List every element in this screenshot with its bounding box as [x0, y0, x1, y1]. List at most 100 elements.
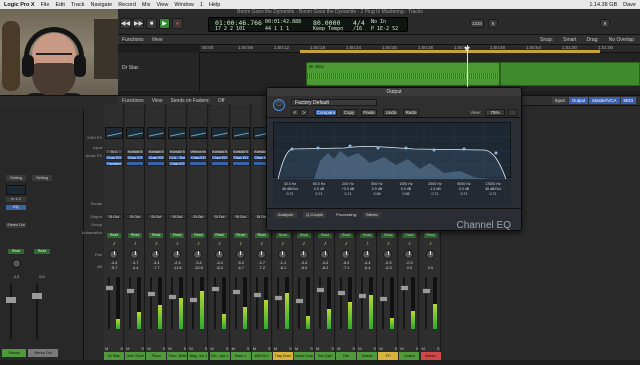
record-button[interactable]: ●	[172, 18, 183, 29]
volume-fader[interactable]	[210, 286, 220, 292]
solo-button[interactable]: S	[163, 346, 166, 351]
power-icon[interactable]: ⏻	[273, 99, 285, 111]
eq-thumbnail[interactable]	[231, 127, 250, 139]
pan-knob[interactable]	[341, 250, 351, 259]
mute-button[interactable]: M	[253, 346, 256, 351]
rewind-button[interactable]: ◀◀	[120, 18, 131, 29]
mute-button[interactable]: M	[232, 346, 235, 351]
automation-read-button[interactable]: Read	[254, 233, 269, 238]
pan-knob[interactable]	[151, 250, 161, 259]
menu-app[interactable]: Logic Pro X	[4, 2, 35, 8]
pan-knob[interactable]	[277, 250, 287, 259]
automation-read-button[interactable]: Read	[212, 233, 227, 238]
volume-fader[interactable]	[252, 292, 262, 298]
solo-button[interactable]: S	[374, 346, 377, 351]
input-slot[interactable]: Kontakt 5	[168, 149, 187, 154]
filter-input[interactable]: Input	[551, 97, 568, 104]
band-q[interactable]: 0.71	[335, 192, 361, 197]
undo-button[interactable]: Undo	[383, 109, 399, 116]
automation-read-button[interactable]: Read	[381, 233, 396, 238]
mute-button[interactable]: M	[126, 346, 129, 351]
solo-button[interactable]: S	[226, 346, 229, 351]
band-q[interactable]: 0.71	[306, 192, 332, 197]
band-q[interactable]: 0.71	[451, 192, 477, 197]
stop-button[interactable]: ■	[146, 18, 157, 29]
channel-name[interactable]: Glic...ops 1	[209, 352, 230, 360]
automation-read-button[interactable]: Read	[149, 233, 164, 238]
pan-knob[interactable]	[362, 250, 372, 259]
snap-value[interactable]: Smart	[563, 37, 576, 43]
eq-thumbnail[interactable]	[189, 127, 208, 139]
menu-window[interactable]: Window	[174, 2, 194, 8]
pan-knob[interactable]	[193, 250, 203, 259]
count-in-button[interactable]: 1234	[470, 19, 484, 28]
solo-button[interactable]: S	[416, 346, 419, 351]
audio-fx-slot[interactable]: Transient	[105, 161, 123, 166]
pan-knob[interactable]	[320, 250, 329, 259]
mute-button[interactable]: M	[422, 346, 425, 351]
channel-strip[interactable]: In 1 Chan EQ Transient St Out Read ♪ -4.4 -5.7 M…	[104, 105, 124, 360]
output-slot[interactable]: St Out	[189, 214, 208, 219]
mixer-view-menu[interactable]: View	[152, 98, 163, 104]
automation-read-button[interactable]: Read	[402, 233, 417, 238]
redo-button[interactable]: Redo	[403, 109, 419, 116]
audio-region[interactable]: Dr Stac	[306, 62, 500, 86]
filter-master-vca[interactable]: Master/VCA	[589, 97, 620, 104]
channel-name[interactable]: Tubu...Bells	[167, 352, 188, 360]
output-slot[interactable]: St Out	[147, 214, 166, 219]
metronome-button[interactable]: 6	[488, 19, 498, 28]
solo-button[interactable]: S	[331, 346, 334, 351]
automation-read-button[interactable]: Read	[275, 233, 290, 238]
channel-name[interactable]: FC	[378, 352, 399, 360]
plugin-title[interactable]: Output	[267, 88, 521, 96]
input-slot[interactable]: Kontakt 5	[126, 149, 145, 154]
audio-fx-slot[interactable]	[210, 161, 229, 166]
inspector-fader-cap-1[interactable]	[6, 297, 16, 303]
output-slot[interactable]: St Out	[168, 214, 187, 219]
pan-knob[interactable]	[130, 250, 140, 259]
solo-button[interactable]: S	[268, 346, 271, 351]
inspector-read-1[interactable]: Read	[8, 249, 24, 254]
solo-button[interactable]: S	[395, 346, 398, 351]
play-button[interactable]: ▶	[159, 18, 170, 29]
input-slot[interactable]: Kontakt 5	[231, 149, 250, 154]
volume-fader[interactable]	[126, 288, 136, 294]
eq-thumbnail[interactable]	[168, 127, 187, 139]
audio-fx-slot[interactable]: Chan EQ	[147, 155, 166, 160]
channel-name[interactable]: Snare Loop	[293, 352, 314, 360]
solo-button[interactable]: S	[289, 346, 292, 351]
volume-fader[interactable]	[316, 287, 325, 293]
link-icon[interactable]	[508, 109, 517, 116]
input-slot[interactable]: In 1	[105, 149, 123, 154]
q-couple-button[interactable]: Q-Couple	[303, 212, 327, 218]
eq-band-params[interactable]: 200 Hz +0.5 dB 0.71	[335, 182, 361, 197]
eq-thumbnail[interactable]	[210, 127, 229, 139]
output-slot[interactable]: St Out	[105, 214, 123, 219]
mixer-functions-menu[interactable]: Functions	[122, 98, 144, 104]
channel-strip[interactable]: Kontakt 5 Chan EQ St Out Read ♪ -3.4 -7.7 M S Pia…	[146, 105, 167, 360]
automation-read-button[interactable]: Read	[360, 233, 375, 238]
input-slot[interactable]: Vienna Ins	[189, 149, 208, 154]
channel-name[interactable]: Sweep	[357, 352, 378, 360]
track-header[interactable]: Dr Stac	[118, 53, 200, 91]
inspector-eq-thumbnail[interactable]	[6, 185, 26, 195]
channel-name[interactable]: Mag...ine 1	[188, 352, 209, 360]
automation-read-button[interactable]: Read	[128, 233, 143, 238]
automation-read-button[interactable]: Read	[423, 233, 438, 238]
mute-button[interactable]: M	[295, 346, 298, 351]
volume-fader[interactable]	[273, 295, 283, 301]
audio-fx-slot[interactable]	[126, 161, 145, 166]
status-user[interactable]: Dave	[623, 2, 636, 8]
lcd-display[interactable]: 01:00:46.766 17 2 2 101 00:01:42.888 44 …	[208, 17, 408, 32]
tracks-functions-menu[interactable]: Functions	[122, 37, 144, 43]
volume-fader[interactable]	[147, 291, 157, 297]
volume-fader[interactable]	[105, 285, 114, 291]
audio-region[interactable]	[500, 62, 640, 86]
forward-button[interactable]: ▶▶	[133, 18, 144, 29]
band-q[interactable]: 0.71	[277, 192, 303, 197]
processing-select[interactable]: Stereo	[363, 212, 381, 218]
volume-fader[interactable]	[168, 294, 178, 300]
menu-edit[interactable]: Edit	[55, 2, 64, 8]
solo-button[interactable]: S	[310, 346, 313, 351]
band-q[interactable]: 0.71	[480, 192, 506, 197]
